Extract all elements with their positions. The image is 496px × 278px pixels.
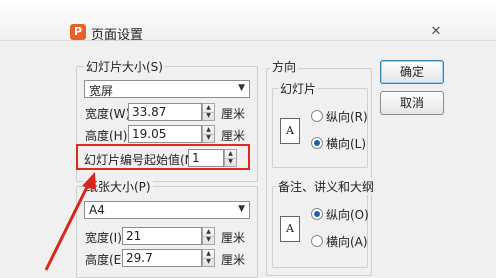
annotation-arrow	[44, 172, 96, 271]
arrow-head	[82, 172, 96, 190]
arrow-shaft	[44, 180, 92, 271]
